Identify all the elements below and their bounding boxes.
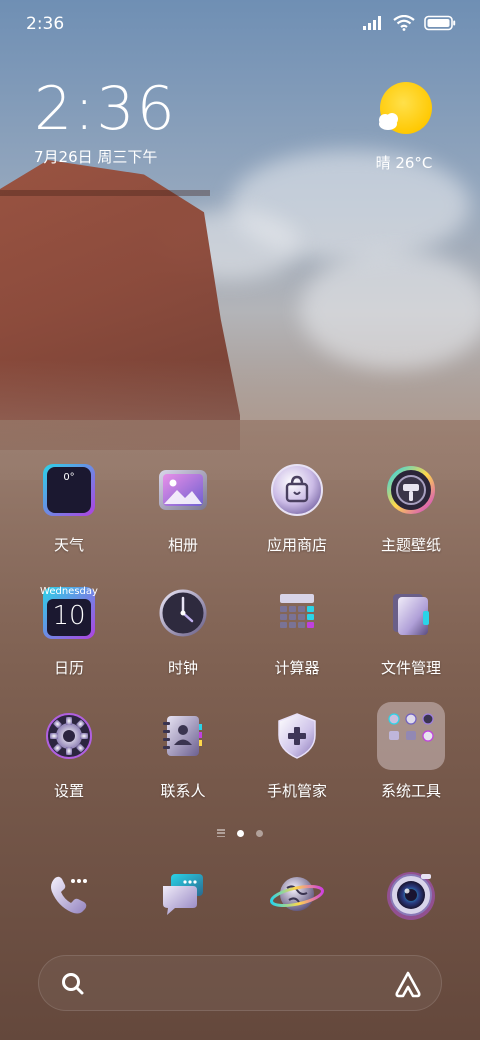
clock-time: 2:36 [34, 74, 177, 144]
app-file-manager[interactable]: 文件管理 [354, 585, 468, 678]
page-indicator[interactable] [0, 829, 480, 837]
security-app-icon [269, 708, 325, 764]
calendar-weekday: Wednesday [40, 586, 98, 597]
calendar-app-icon: Wednesday 10 [40, 585, 98, 641]
camera-app-icon [383, 866, 439, 922]
dock-camera[interactable] [354, 866, 468, 922]
weather-text: 晴 26°C [375, 154, 433, 172]
app-store-icon [269, 462, 325, 518]
wifi-icon [393, 15, 415, 31]
dock [12, 866, 468, 922]
status-bar: 2:36 [0, 0, 480, 50]
app-settings[interactable]: 设置 [12, 708, 126, 801]
dock-messages[interactable] [126, 866, 240, 922]
page-dot [256, 829, 263, 837]
app-themes[interactable]: 主题壁纸 [354, 462, 468, 555]
app-label: 日历 [53, 659, 84, 677]
tools-folder-icon [377, 702, 445, 770]
page-indicator-menu [217, 829, 225, 837]
clock-app-icon [155, 585, 211, 641]
app-calculator[interactable]: 计算器 [240, 585, 354, 678]
app-clock[interactable]: 时钟 [126, 585, 240, 678]
app-label: 手机管家 [266, 782, 327, 800]
calendar-day: 10 [52, 601, 86, 631]
status-time: 2:36 [26, 14, 65, 34]
app-app-store[interactable]: 应用商店 [240, 462, 354, 555]
app-gallery[interactable]: 相册 [126, 462, 240, 555]
app-grid: 0° 天气 相册 应用商店 主题壁纸 Wednesday 10 日历 时钟 计算… [12, 462, 468, 801]
page-dot-active [237, 829, 244, 837]
themes-app-icon [383, 462, 439, 518]
dock-browser[interactable] [240, 866, 354, 922]
signal-icon [363, 16, 381, 30]
status-icons [362, 15, 456, 31]
assistant-icon[interactable] [393, 969, 423, 999]
app-label: 计算器 [274, 659, 320, 677]
background-cloud [300, 250, 480, 370]
clock-date: 7月26日 周三下午 [34, 148, 158, 166]
weather-app-temp: 0° [63, 472, 75, 483]
app-contacts[interactable]: 联系人 [126, 708, 240, 801]
messages-app-icon [155, 866, 211, 922]
weather-app-icon: 0° [41, 462, 97, 518]
search-bar[interactable] [38, 955, 442, 1011]
settings-app-icon [41, 708, 97, 764]
app-label: 时钟 [167, 659, 198, 677]
weather-widget[interactable]: 晴 26°C [364, 82, 444, 173]
app-label: 主题壁纸 [380, 536, 441, 554]
contacts-app-icon [155, 708, 211, 764]
calculator-app-icon [269, 585, 325, 641]
phone-app-icon [41, 866, 97, 922]
browser-app-icon [269, 866, 325, 922]
clock-widget[interactable]: 2:36 7月26日 周三下午 [34, 78, 177, 167]
battery-icon [424, 15, 456, 31]
search-icon[interactable] [59, 970, 87, 998]
app-security[interactable]: 手机管家 [240, 708, 354, 801]
background-cliff-band [0, 190, 210, 196]
app-tools-folder[interactable]: 系统工具 [354, 702, 468, 801]
app-label: 应用商店 [266, 536, 327, 554]
gallery-app-icon [155, 462, 211, 518]
app-label: 天气 [53, 536, 84, 554]
file-manager-icon [383, 585, 439, 641]
app-label: 联系人 [160, 782, 206, 800]
app-label: 相册 [167, 536, 198, 554]
sunny-cloud-icon [374, 82, 434, 142]
app-label: 文件管理 [380, 659, 441, 677]
app-calendar[interactable]: Wednesday 10 日历 [12, 585, 126, 678]
app-label: 设置 [53, 782, 84, 800]
dock-phone[interactable] [12, 866, 126, 922]
app-label: 系统工具 [380, 782, 441, 800]
app-weather[interactable]: 0° 天气 [12, 462, 126, 555]
